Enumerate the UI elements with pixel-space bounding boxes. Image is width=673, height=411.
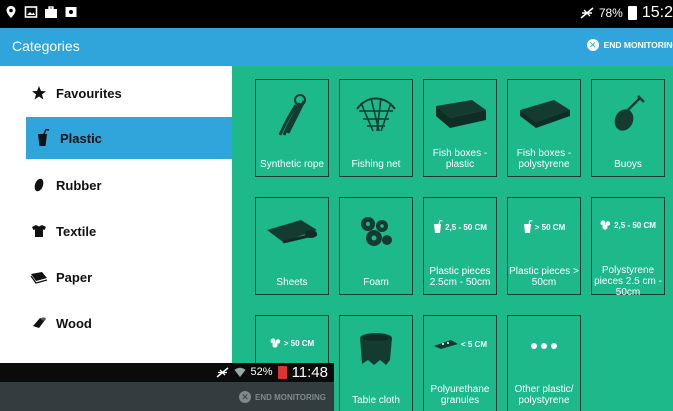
tile-label: Table cloth (352, 395, 400, 406)
end-monitoring-button[interactable]: ✕ END MONITORING (586, 39, 673, 51)
sidebar-item-label: Textile (56, 223, 97, 239)
briefcase-icon (45, 6, 57, 18)
size-badge: > 50 CM (256, 338, 328, 348)
secondary-app-bar: ✕ END MONITORING (0, 382, 334, 411)
tile-label: Sheets (276, 277, 308, 288)
tile-label: Synthetic rope (260, 159, 324, 170)
category-sidebar: Favourites Plastic Rubber Textile Paper … (12, 66, 232, 411)
foam-icon (361, 217, 392, 246)
size-badge: 2,5 - 50 CM (592, 220, 664, 230)
size-badge: 2,5 - 50 CM (424, 220, 496, 234)
tile-label: Fish boxes - plastic (432, 148, 488, 170)
rubber-icon (34, 178, 44, 192)
battery-icon (627, 6, 637, 20)
secondary-screen-fragment: 52% 11:48 ✕ END MONITORING (0, 363, 334, 411)
paper-icon (30, 272, 48, 284)
tile-label: Polyurethane granules (430, 384, 490, 406)
plastic-cup-icon (38, 129, 50, 146)
sidebar-item-rubber[interactable]: Rubber (22, 164, 256, 206)
tile-fish-boxes-plastic[interactable]: Fish boxes - plastic (423, 79, 497, 177)
category-grid: Synthetic rope Fishing net Fish boxes - … (232, 66, 673, 411)
clock: 15:2 (641, 4, 673, 21)
end-monitoring-label: END MONITORING (603, 40, 673, 50)
gallery-icon (24, 6, 38, 18)
tile-label: Foam (363, 277, 389, 288)
plastic-cup-icon (523, 220, 533, 233)
granules-icon (433, 340, 458, 349)
sidebar-item-paper[interactable]: Paper (22, 256, 256, 298)
end-monitoring-button-secondary[interactable]: ✕ END MONITORING (239, 391, 326, 403)
table-cloth-icon (360, 333, 392, 365)
tile-fish-boxes-polystyrene[interactable]: Fish boxes - polystyrene (507, 79, 581, 177)
secondary-clock: 11:48 (291, 363, 328, 381)
tile-table-cloth[interactable]: Table cloth (339, 315, 413, 411)
tile-label: Fish boxes - polystyrene (516, 148, 572, 170)
buoy-icon (614, 95, 645, 131)
tile-polyurethane-granules[interactable]: < 5 CM Polyurethane granules (423, 315, 497, 411)
tile-label: Other plastic/ polystyrene (514, 384, 574, 406)
close-circle-icon: ✕ (239, 391, 252, 403)
battery-low-icon (277, 365, 287, 379)
location-icon (6, 6, 16, 18)
secondary-status-bar: 52% 11:48 (216, 363, 328, 381)
tile-foam[interactable]: Foam (339, 197, 413, 295)
tile-label: Plastic pieces > 50cm (509, 266, 579, 288)
tile-other-plastic[interactable]: Other plastic/ polystyrene (507, 315, 581, 411)
tile-label: Plastic pieces 2.5cm - 50cm (429, 266, 491, 288)
sidebar-item-textile[interactable]: Textile (22, 210, 256, 252)
tile-synthetic-rope[interactable]: Synthetic rope (255, 79, 329, 177)
tile-label: Buoys (614, 159, 642, 170)
size-badge-text: > 50 CM (534, 222, 566, 232)
sidebar-item-label: Paper (56, 269, 93, 285)
sidebar-item-favourites[interactable]: Favourites (22, 72, 256, 114)
polystyrene-icon (600, 220, 611, 230)
size-badge-text: 2,5 - 50 CM (445, 222, 487, 232)
status-notification-icons (4, 5, 78, 19)
tile-buoys[interactable]: Buoys (591, 79, 665, 177)
size-badge: > 50 CM (508, 220, 580, 234)
sidebar-item-wood[interactable]: Wood (22, 302, 256, 344)
sidebar-item-label: Favourites (56, 85, 122, 101)
tile-label: Fishing net (351, 159, 401, 170)
wood-icon (33, 317, 46, 328)
tile-plastic-pieces-large[interactable]: > 50 CM Plastic pieces > 50cm (507, 197, 581, 295)
tile-label: Polystyrene pieces 2.5 cm - 50cm (594, 265, 662, 298)
app-bar: Categories ✕ END MONITORING (0, 28, 673, 66)
close-circle-icon: ✕ (586, 39, 599, 51)
sidebar-item-label: Rubber (56, 177, 102, 193)
polystyrene-icon (270, 338, 280, 348)
size-badge: < 5 CM (424, 338, 496, 350)
sidebar-item-label: Plastic (60, 130, 102, 146)
sheet-roll-icon (267, 220, 318, 244)
tile-plastic-pieces-small[interactable]: 2,5 - 50 CM Plastic pieces 2.5cm - 50cm (423, 197, 497, 295)
star-icon (32, 86, 46, 100)
plastic-cup-icon (434, 220, 443, 233)
photo-icon (65, 7, 77, 17)
size-badge-text: < 5 CM (460, 339, 487, 349)
status-bar: 78% 15:2 (0, 0, 673, 28)
fish-box-icon (436, 100, 486, 128)
signal-muted-icon (216, 366, 229, 378)
battery-percent: 78% (598, 6, 623, 20)
rope-icon (278, 94, 306, 136)
secondary-battery-percent: 52% (250, 366, 273, 378)
wifi-icon (234, 367, 246, 377)
more-dots-icon (531, 343, 557, 349)
status-right: 78% 15:2 (580, 4, 673, 22)
size-badge-text: 2,5 - 50 CM (614, 220, 656, 230)
page-title: Categories (12, 38, 80, 54)
fishing-net-icon (356, 97, 396, 132)
sidebar-item-plastic[interactable]: Plastic (26, 117, 232, 159)
signal-muted-icon (580, 7, 594, 19)
size-badge-text: > 50 CM (283, 338, 315, 348)
tshirt-icon (32, 225, 46, 237)
end-monitoring-label: END MONITORING (255, 392, 326, 402)
fish-box-polystyrene-icon (520, 100, 570, 128)
tile-polystyrene-pieces-small[interactable]: 2,5 - 50 CM Polystyrene pieces 2.5 cm - … (591, 197, 665, 298)
sidebar-item-label: Wood (56, 315, 92, 331)
tile-fishing-net[interactable]: Fishing net (339, 79, 413, 177)
tile-sheets[interactable]: Sheets (255, 197, 329, 295)
